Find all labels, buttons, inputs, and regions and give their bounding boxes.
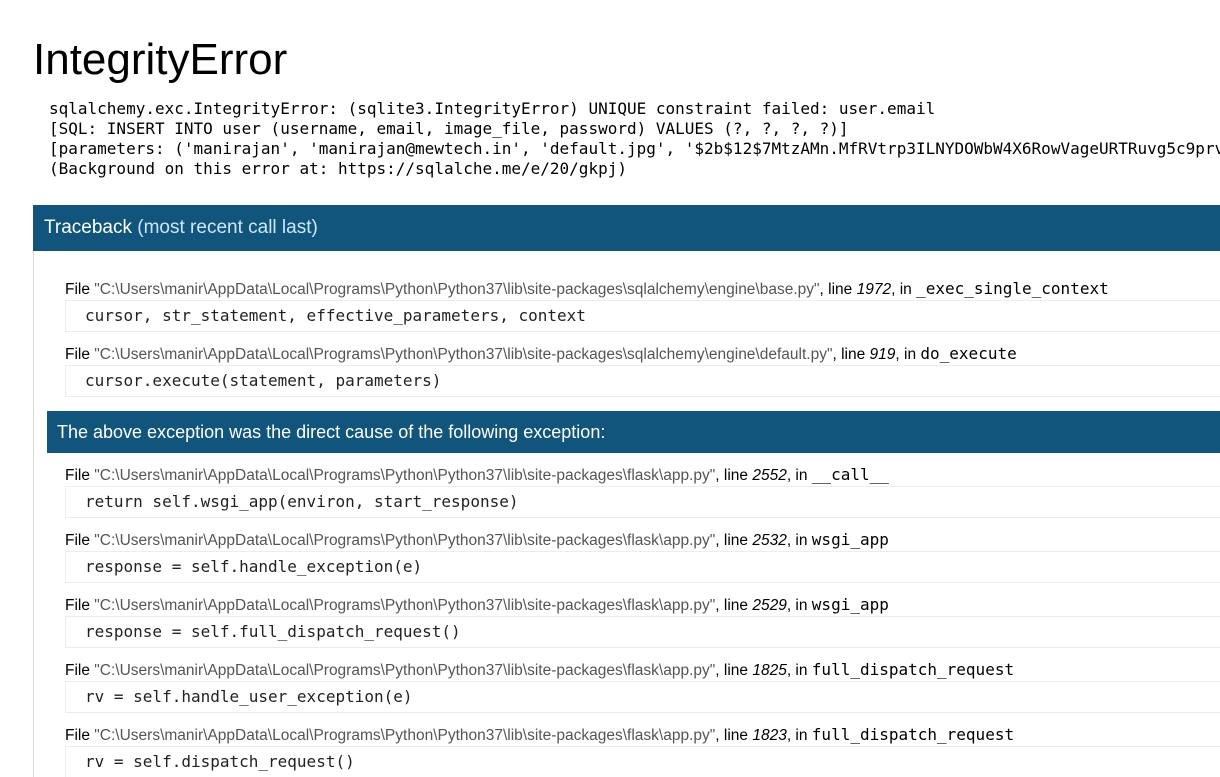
frame-function: __call__ [811,465,889,484]
frame-filename: "C:\Users\manir\AppData\Local\Programs\P… [94,597,716,614]
frame-file-label: File [65,597,95,614]
frame-line-number: 2529 [752,597,787,614]
frame-in-label: , in [786,662,812,679]
traceback-frame[interactable]: File "C:\Users\manir\AppData\Local\Progr… [65,464,1220,524]
frame-line-label: , line [715,597,753,614]
frame-line-label: , line [715,467,753,484]
frame-code[interactable]: return self.wsgi_app(environ, start_resp… [65,486,1220,518]
frame-function: full_dispatch_request [811,660,1015,679]
traceback-frame[interactable]: File "C:\Users\manir\AppData\Local\Progr… [65,278,1220,338]
frame-function: do_execute [920,344,1017,363]
frame-line-number: 2532 [752,532,787,549]
frame-file-line: File "C:\Users\manir\AppData\Local\Progr… [65,659,1014,681]
traceback-header: Traceback (most recent call last) [33,205,1220,251]
frame-line-number: 2552 [752,467,787,484]
frame-line-label: , line [715,727,753,744]
frame-in-label: , in [786,727,812,744]
frame-file-label: File [65,467,95,484]
exception-cause-header: The above exception was the direct cause… [47,411,1220,453]
frame-in-label: , in [891,281,917,298]
frame-file-line: File "C:\Users\manir\AppData\Local\Progr… [65,278,1109,300]
frame-line-number: 1972 [856,281,892,298]
frame-file-label: File [65,727,95,744]
page-title: IntegrityError [33,35,288,84]
frame-in-label: , in [786,597,812,614]
frame-filename: "C:\Users\manir\AppData\Local\Programs\P… [94,727,716,744]
frame-function: wsgi_app [811,595,889,614]
frame-file-label: File [65,346,95,363]
frame-code[interactable]: rv = self.handle_user_exception(e) [65,681,1220,713]
traceback-frame[interactable]: File "C:\Users\manir\AppData\Local\Progr… [65,659,1220,719]
frame-filename: "C:\Users\manir\AppData\Local\Programs\P… [94,532,716,549]
frame-line-number: 919 [869,346,896,363]
traceback-subheading: (most recent call last) [137,217,318,238]
frame-filename: "C:\Users\manir\AppData\Local\Programs\P… [94,662,716,679]
traceback-frame[interactable]: File "C:\Users\manir\AppData\Local\Progr… [65,529,1220,589]
frame-file-line: File "C:\Users\manir\AppData\Local\Progr… [65,529,889,551]
frame-line-number: 1825 [752,662,787,679]
frame-code[interactable]: cursor.execute(statement, parameters) [65,365,1220,397]
frame-filename: "C:\Users\manir\AppData\Local\Programs\P… [94,467,716,484]
frame-function: _exec_single_context [916,279,1109,298]
traceback-frame[interactable]: File "C:\Users\manir\AppData\Local\Progr… [65,343,1220,403]
frame-in-label: , in [786,532,812,549]
frame-file-line: File "C:\Users\manir\AppData\Local\Progr… [65,464,889,486]
traceback-frame[interactable]: File "C:\Users\manir\AppData\Local\Progr… [65,594,1220,654]
frame-file-label: File [65,532,95,549]
frame-file-label: File [65,662,95,679]
frame-file-line: File "C:\Users\manir\AppData\Local\Progr… [65,724,1014,746]
frame-file-line: File "C:\Users\manir\AppData\Local\Progr… [65,343,1017,365]
frame-line-label: , line [715,662,753,679]
frame-line-label: , line [819,281,857,298]
frame-code[interactable]: response = self.handle_exception(e) [65,551,1220,583]
frame-in-label: , in [786,467,812,484]
frame-line-number: 1823 [752,727,787,744]
frame-line-label: , line [832,346,870,363]
frame-file-line: File "C:\Users\manir\AppData\Local\Progr… [65,594,889,616]
frame-filename: "C:\Users\manir\AppData\Local\Programs\P… [94,346,833,363]
frame-line-label: , line [715,532,753,549]
frame-code[interactable]: response = self.full_dispatch_request() [65,616,1220,648]
traceback-frame[interactable]: File "C:\Users\manir\AppData\Local\Progr… [65,724,1220,777]
frame-in-label: , in [895,346,921,363]
frame-function: wsgi_app [811,530,889,549]
frame-filename: "C:\Users\manir\AppData\Local\Programs\P… [94,281,820,298]
error-message: sqlalchemy.exc.IntegrityError: (sqlite3.… [49,99,1220,178]
traceback-heading: Traceback [44,217,132,238]
frame-code[interactable]: rv = self.dispatch_request() [65,746,1220,777]
frame-function: full_dispatch_request [811,725,1015,744]
frame-code[interactable]: cursor, str_statement, effective_paramet… [65,300,1220,332]
frame-file-label: File [65,281,95,298]
